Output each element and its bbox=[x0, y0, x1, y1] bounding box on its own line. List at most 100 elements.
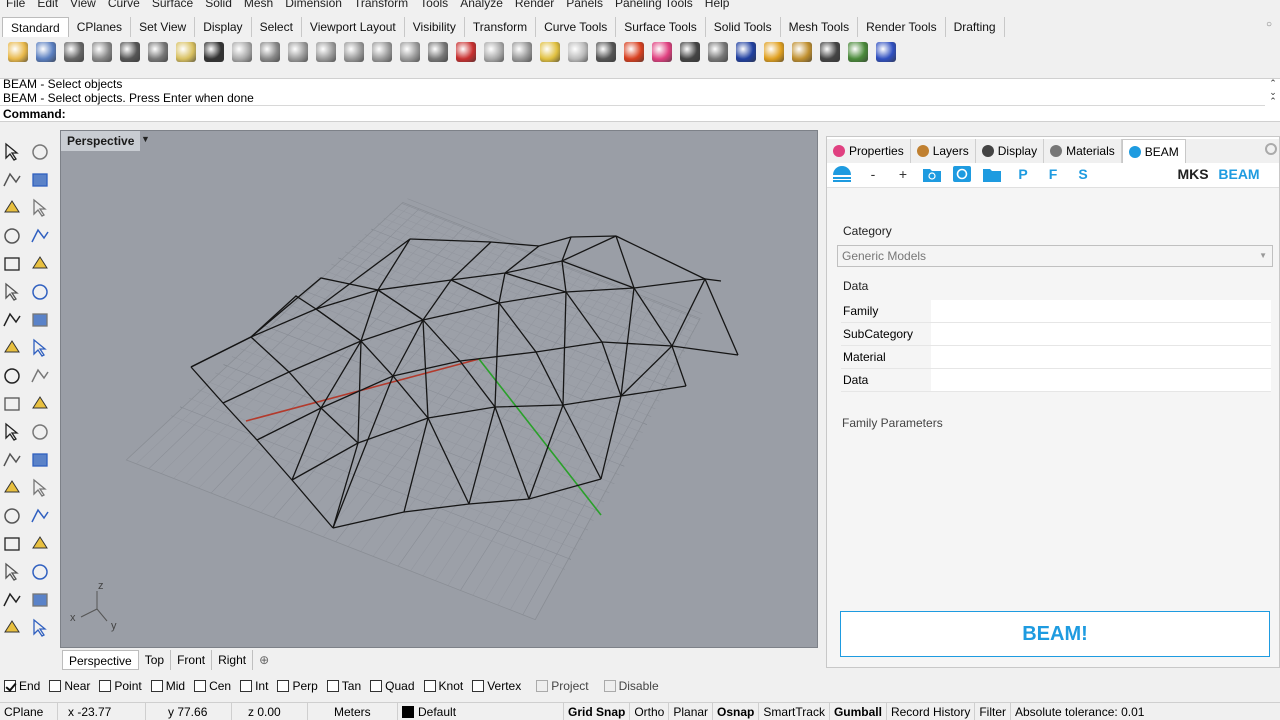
array-icon[interactable] bbox=[28, 448, 52, 472]
mks-button[interactable]: MKS bbox=[1173, 165, 1213, 183]
extrude-icon[interactable] bbox=[28, 336, 52, 360]
perspective-viewport[interactable]: z x y Perspective ▼ bbox=[60, 130, 818, 648]
menu-help[interactable]: Help bbox=[699, 0, 736, 12]
menu-dimension[interactable]: Dimension bbox=[279, 0, 348, 12]
cplane-icon[interactable] bbox=[508, 39, 536, 65]
osnap-perp[interactable]: Perp bbox=[277, 679, 318, 693]
osnap-project[interactable]: Project bbox=[536, 679, 589, 693]
zoom-selected-icon[interactable] bbox=[368, 39, 396, 65]
menu-surface[interactable]: Surface bbox=[146, 0, 199, 12]
grid-array-icon[interactable] bbox=[0, 560, 24, 584]
tab-display[interactable]: Display bbox=[195, 17, 252, 37]
menu-mesh[interactable]: Mesh bbox=[238, 0, 279, 12]
panel-tab-layers[interactable]: Layers bbox=[911, 139, 976, 163]
analyze-icon[interactable] bbox=[0, 588, 24, 612]
data-row-value-field[interactable] bbox=[931, 300, 1271, 322]
viewport-tab-right[interactable]: Right bbox=[212, 650, 254, 670]
sphere-icon[interactable] bbox=[28, 308, 52, 332]
status-toggle-osnap[interactable]: Osnap bbox=[713, 703, 760, 720]
blue-sphere-icon[interactable] bbox=[732, 39, 760, 65]
tab-mesh-tools[interactable]: Mesh Tools bbox=[781, 17, 859, 37]
curve-icon[interactable] bbox=[28, 168, 52, 192]
solid-edit-icon[interactable] bbox=[0, 532, 24, 556]
tab-drafting[interactable]: Drafting bbox=[946, 17, 1005, 37]
import-icon[interactable] bbox=[88, 39, 116, 65]
gumball-icon[interactable] bbox=[536, 39, 564, 65]
arc-icon[interactable] bbox=[28, 196, 52, 220]
light-icon[interactable] bbox=[564, 39, 592, 65]
print-icon[interactable] bbox=[60, 39, 88, 65]
dimension-icon[interactable] bbox=[28, 476, 52, 500]
osnap-near[interactable]: Near bbox=[49, 679, 90, 693]
menu-tools[interactable]: Tools bbox=[414, 0, 454, 12]
osnap-checkbox[interactable] bbox=[472, 680, 485, 692]
tab-standard[interactable]: Standard bbox=[2, 17, 69, 37]
dimension-icon[interactable] bbox=[816, 39, 844, 65]
join-icon[interactable] bbox=[28, 392, 52, 416]
lock-icon[interactable] bbox=[592, 39, 620, 65]
boolean-union-icon[interactable] bbox=[0, 420, 24, 444]
save-icon[interactable] bbox=[32, 39, 60, 65]
menu-transform[interactable]: Transform bbox=[348, 0, 414, 12]
circle-icon[interactable] bbox=[0, 196, 24, 220]
tab-solid-tools[interactable]: Solid Tools bbox=[706, 17, 781, 37]
hatch-icon[interactable] bbox=[28, 532, 52, 556]
color-wheel-icon[interactable] bbox=[648, 39, 676, 65]
add-viewport-tab-icon[interactable]: ⊕ bbox=[253, 650, 275, 670]
command-scrollbar[interactable]: ⌃ ⌄ ⌃ bbox=[1266, 79, 1280, 107]
osnap-tan[interactable]: Tan bbox=[326, 679, 361, 693]
ellipse-icon[interactable] bbox=[0, 224, 24, 248]
filter-icon[interactable] bbox=[760, 39, 788, 65]
status-toggle-grid-snap[interactable]: Grid Snap bbox=[564, 703, 631, 720]
osnap-checkbox[interactable] bbox=[370, 680, 383, 692]
zoom-extents-icon[interactable] bbox=[340, 39, 368, 65]
units-label[interactable]: Meters bbox=[308, 703, 398, 720]
status-toggle-filter[interactable]: Filter bbox=[975, 703, 1011, 720]
osnap-mid[interactable]: Mid bbox=[150, 679, 185, 693]
tab-scroll-icon[interactable]: ○ bbox=[1266, 19, 1278, 33]
tab-render-tools[interactable]: Render Tools bbox=[858, 17, 946, 37]
osnap-cen[interactable]: Cen bbox=[194, 679, 231, 693]
boolean-split-icon[interactable] bbox=[28, 420, 52, 444]
grasshopper-icon[interactable] bbox=[844, 39, 872, 65]
move-icon[interactable] bbox=[0, 504, 24, 528]
paste-icon[interactable] bbox=[172, 39, 200, 65]
cut-icon[interactable] bbox=[116, 39, 144, 65]
data-row-value-field[interactable] bbox=[931, 369, 1271, 391]
osnap-checkbox[interactable] bbox=[423, 680, 436, 692]
car-icon[interactable] bbox=[452, 39, 480, 65]
tab-surface-tools[interactable]: Surface Tools bbox=[616, 17, 706, 37]
select-icon[interactable] bbox=[0, 140, 24, 164]
category-select[interactable]: Generic Models ▼ bbox=[837, 245, 1273, 267]
menu-curve[interactable]: Curve bbox=[102, 0, 146, 12]
refresh-icon[interactable] bbox=[951, 165, 973, 183]
menu-edit[interactable]: Edit bbox=[31, 0, 64, 12]
surface-icon[interactable] bbox=[0, 280, 24, 304]
rotate-view-icon[interactable] bbox=[256, 39, 284, 65]
osnap-knot[interactable]: Knot bbox=[423, 679, 463, 693]
panel-tab-beam[interactable]: BEAM bbox=[1121, 139, 1186, 163]
fillet-icon[interactable] bbox=[28, 252, 52, 276]
osnap-checkbox[interactable] bbox=[277, 680, 290, 692]
osnap-quad[interactable]: Quad bbox=[370, 679, 415, 693]
panel-tab-materials[interactable]: Materials bbox=[1044, 139, 1122, 163]
tab-cplanes[interactable]: CPlanes bbox=[69, 17, 132, 37]
tab-set-view[interactable]: Set View bbox=[131, 17, 196, 37]
box-icon[interactable] bbox=[0, 308, 24, 332]
osnap-end[interactable]: End bbox=[4, 679, 40, 693]
scale-icon[interactable] bbox=[28, 560, 52, 584]
trim-icon[interactable] bbox=[28, 364, 52, 388]
point-icon[interactable] bbox=[28, 140, 52, 164]
cplane-label[interactable]: CPlane bbox=[0, 703, 58, 720]
rotate-icon[interactable] bbox=[28, 504, 52, 528]
osnap-int[interactable]: Int bbox=[240, 679, 268, 693]
panel-tab-display[interactable]: Display bbox=[976, 139, 1045, 163]
status-toggle-gumball[interactable]: Gumball bbox=[830, 703, 887, 720]
chevron-down-icon[interactable]: ▼ bbox=[141, 134, 151, 148]
zoom-icon[interactable] bbox=[284, 39, 312, 65]
status-toggle-smarttrack[interactable]: SmartTrack bbox=[759, 703, 830, 720]
render-sphere-icon[interactable] bbox=[704, 39, 732, 65]
material-sphere-icon[interactable] bbox=[676, 39, 704, 65]
pan-icon[interactable] bbox=[228, 39, 256, 65]
loft-icon[interactable] bbox=[28, 280, 52, 304]
